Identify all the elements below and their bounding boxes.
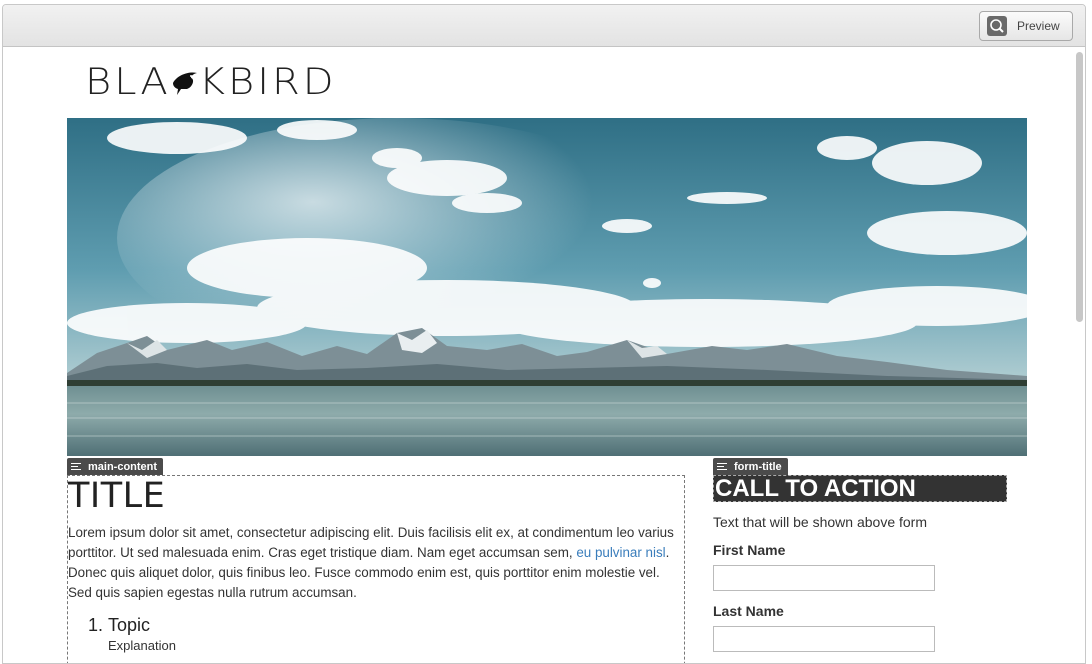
text-align-icon xyxy=(717,462,728,472)
form-title-tag[interactable]: form-title xyxy=(713,458,788,475)
site-logo[interactable]: BLA KBIRD xyxy=(85,60,337,104)
vertical-scrollbar[interactable] xyxy=(1076,52,1083,322)
form-intro-text: Text that will be shown above form xyxy=(713,514,927,530)
main-content-region[interactable]: TITLE Lorem ipsum dolor sit amet, consec… xyxy=(67,475,685,663)
logo-text-right: KBIRD xyxy=(198,60,337,104)
list-item[interactable]: Topic xyxy=(108,615,684,636)
magnifier-icon xyxy=(987,16,1007,36)
text-align-icon xyxy=(71,462,82,472)
logo-text-left: BLA xyxy=(85,60,171,104)
form-title[interactable]: CALL TO ACTION xyxy=(713,475,1007,502)
page-title[interactable]: TITLE xyxy=(68,476,684,516)
body-paragraph[interactable]: Lorem ipsum dolor sit amet, consectetur … xyxy=(68,523,678,603)
preview-button-label: Preview xyxy=(1017,19,1060,33)
page-canvas[interactable]: BLA KBIRD main-content TITLE Lorem ipsum… xyxy=(3,48,1085,663)
form-title-tag-label: form-title xyxy=(734,460,782,473)
signup-form: CALL TO ACTION Text that will be shown a… xyxy=(713,475,1013,652)
last-name-field[interactable] xyxy=(713,626,935,652)
editor-toolbar: Preview xyxy=(3,5,1085,47)
list-item-explanation: Explanation xyxy=(108,638,176,653)
preview-button[interactable]: Preview xyxy=(979,11,1073,41)
last-name-label: Last Name xyxy=(713,603,784,619)
main-content-tag[interactable]: main-content xyxy=(67,458,164,475)
topic-list: Topic xyxy=(108,615,684,636)
hero-image[interactable] xyxy=(67,118,1027,456)
editor-window: Preview BLA KBIRD main-content TITLE Lor… xyxy=(2,4,1086,664)
blackbird-bird-icon xyxy=(171,67,199,97)
first-name-label: First Name xyxy=(713,542,786,558)
paragraph-link[interactable]: eu pulvinar nisl xyxy=(576,545,665,560)
first-name-field[interactable] xyxy=(713,565,935,591)
list-item-label: Topic xyxy=(108,615,151,635)
main-content-tag-label: main-content xyxy=(88,460,158,473)
